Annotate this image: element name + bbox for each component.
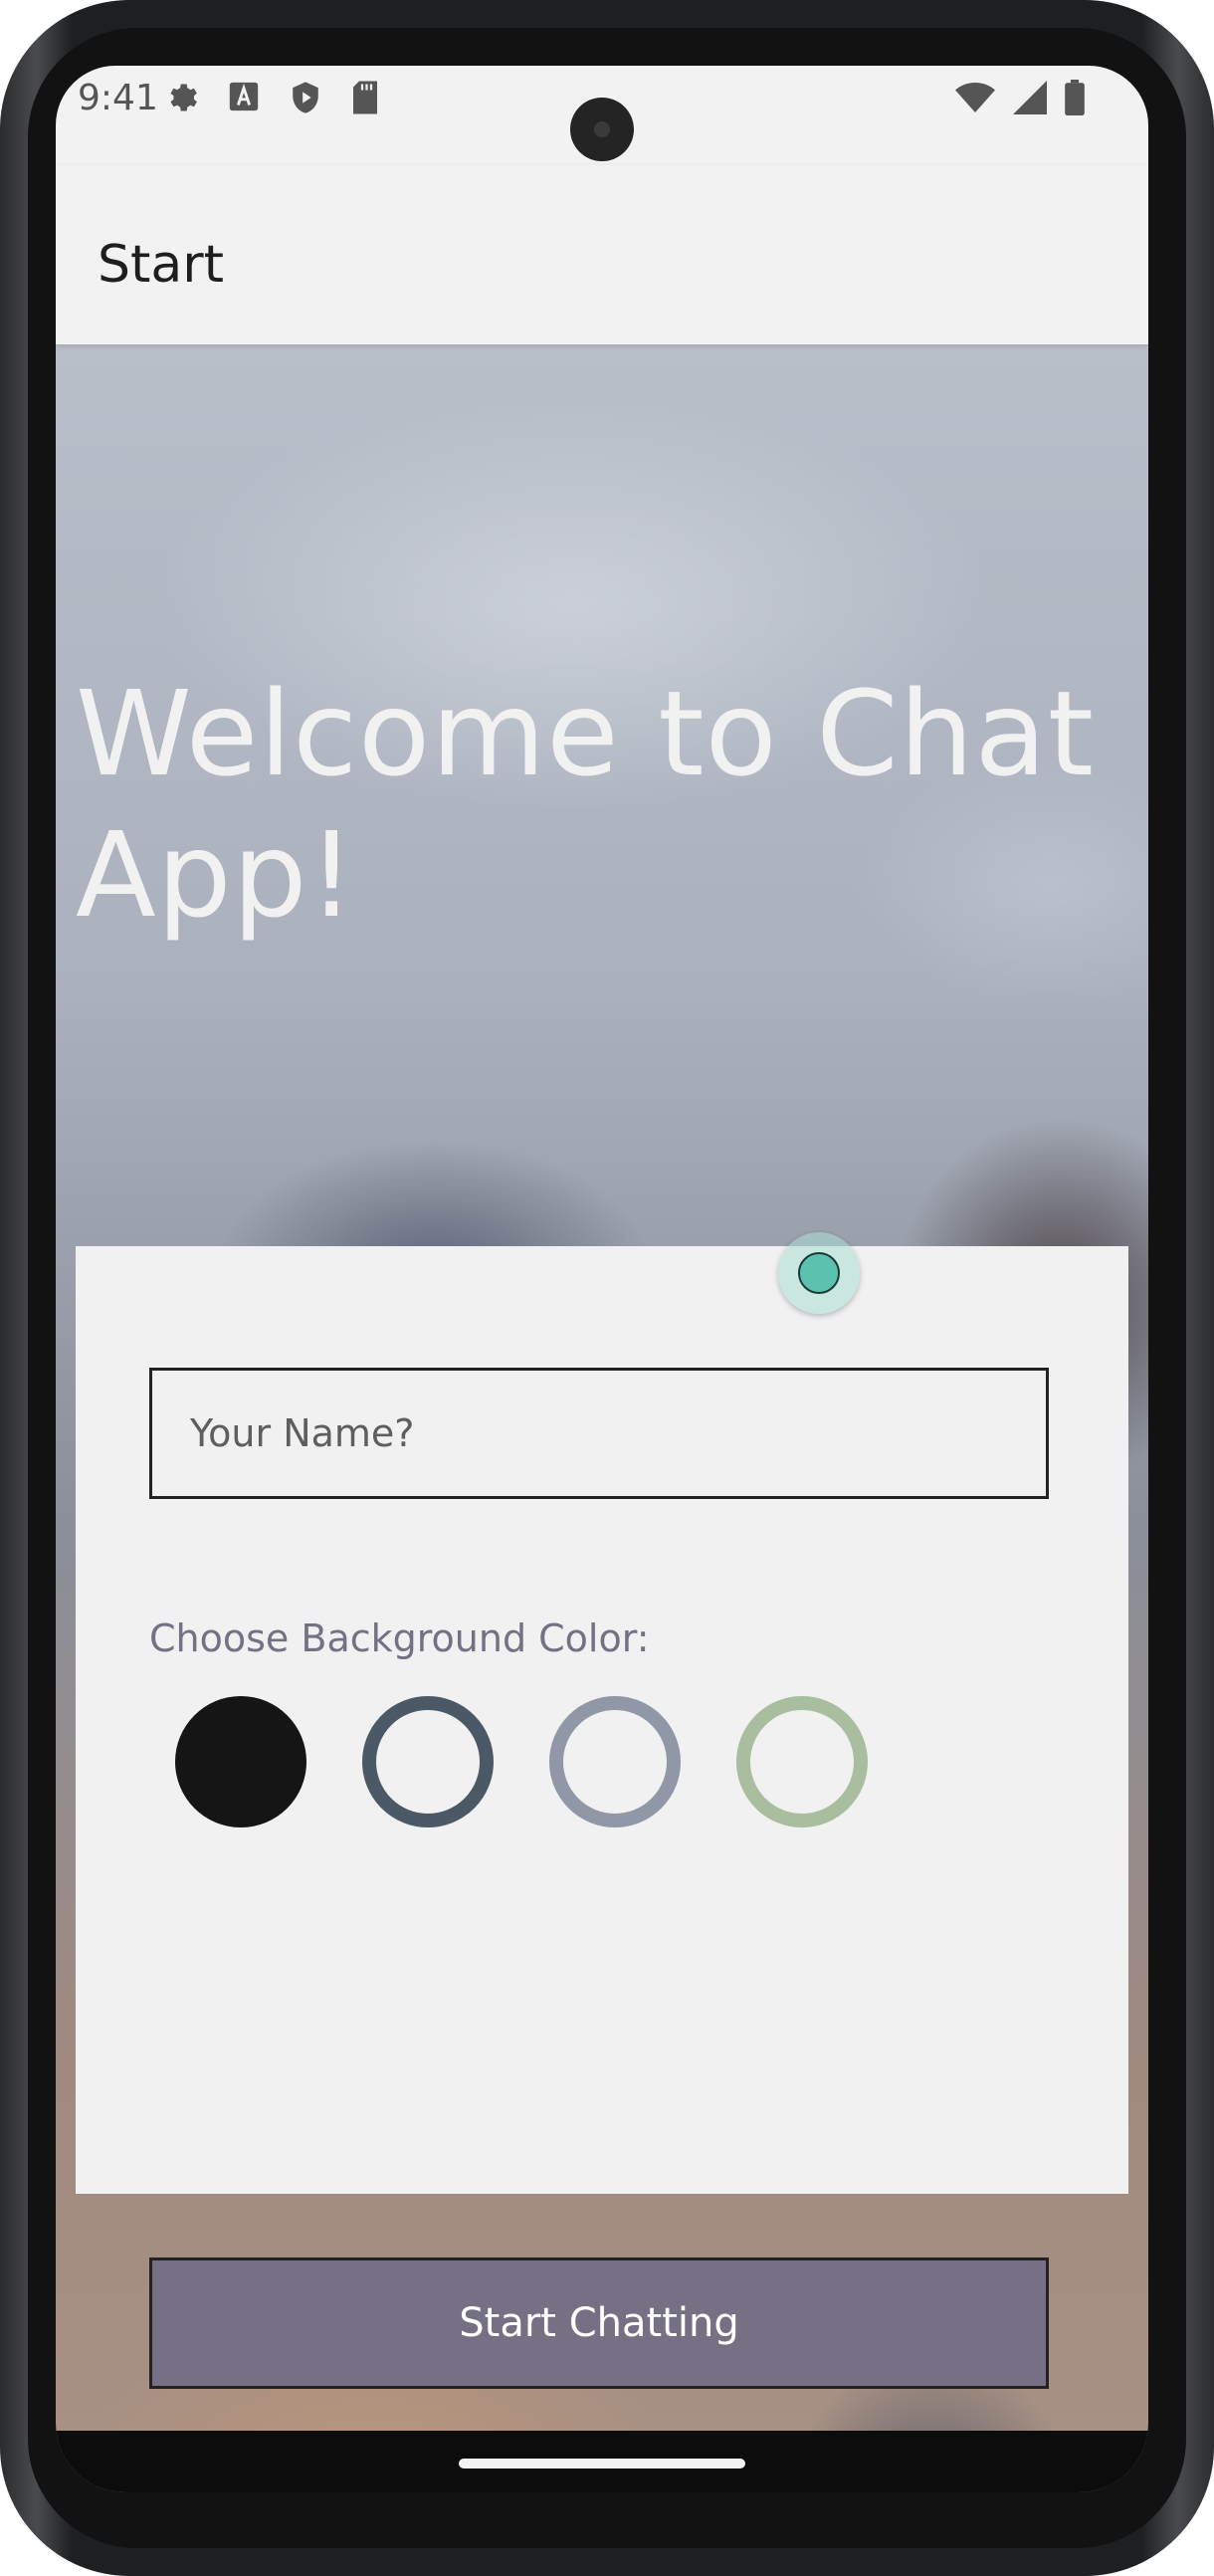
cellular-signal-icon: [1013, 81, 1047, 118]
app-bar: Start: [56, 165, 1148, 344]
status-bar: 9:41: [56, 66, 1148, 165]
start-form-card: Choose Background Color: Start Chatting: [76, 1246, 1128, 2389]
color-swatch-gray-blue[interactable]: [549, 1696, 681, 1827]
start-chatting-button[interactable]: Start Chatting: [149, 2257, 1049, 2389]
color-swatch-slate[interactable]: [362, 1696, 494, 1827]
front-camera: [570, 98, 634, 161]
gear-icon: [163, 80, 199, 119]
color-choice-label: Choose Background Color:: [149, 1616, 650, 1660]
color-swatch-sage[interactable]: [736, 1696, 868, 1827]
touch-indicator: [778, 1232, 860, 1314]
status-icons-left: [163, 80, 380, 119]
color-swatch-black[interactable]: [175, 1696, 306, 1827]
page-title: Start: [98, 235, 225, 295]
status-icons-right: [955, 80, 1085, 119]
shield-icon: [289, 80, 322, 119]
phone-screen: 9:41 Start Welcome to Chat App! Your Nam…: [56, 66, 1148, 2492]
sd-card-icon: [350, 80, 380, 119]
background-image: Welcome to Chat App! Choose Background C…: [56, 344, 1148, 2492]
battery-icon: [1065, 80, 1085, 119]
name-input[interactable]: [149, 1368, 1049, 1499]
status-time: 9:41: [78, 78, 158, 118]
phone-frame: 9:41 Start Welcome to Chat App! Your Nam…: [0, 0, 1214, 2576]
home-gesture-handle[interactable]: [459, 2459, 745, 2469]
welcome-heading: Welcome to Chat App!: [76, 665, 1095, 944]
start-chatting-label: Start Chatting: [459, 2300, 739, 2346]
font-a-icon: [227, 80, 261, 119]
wifi-icon: [955, 81, 995, 118]
